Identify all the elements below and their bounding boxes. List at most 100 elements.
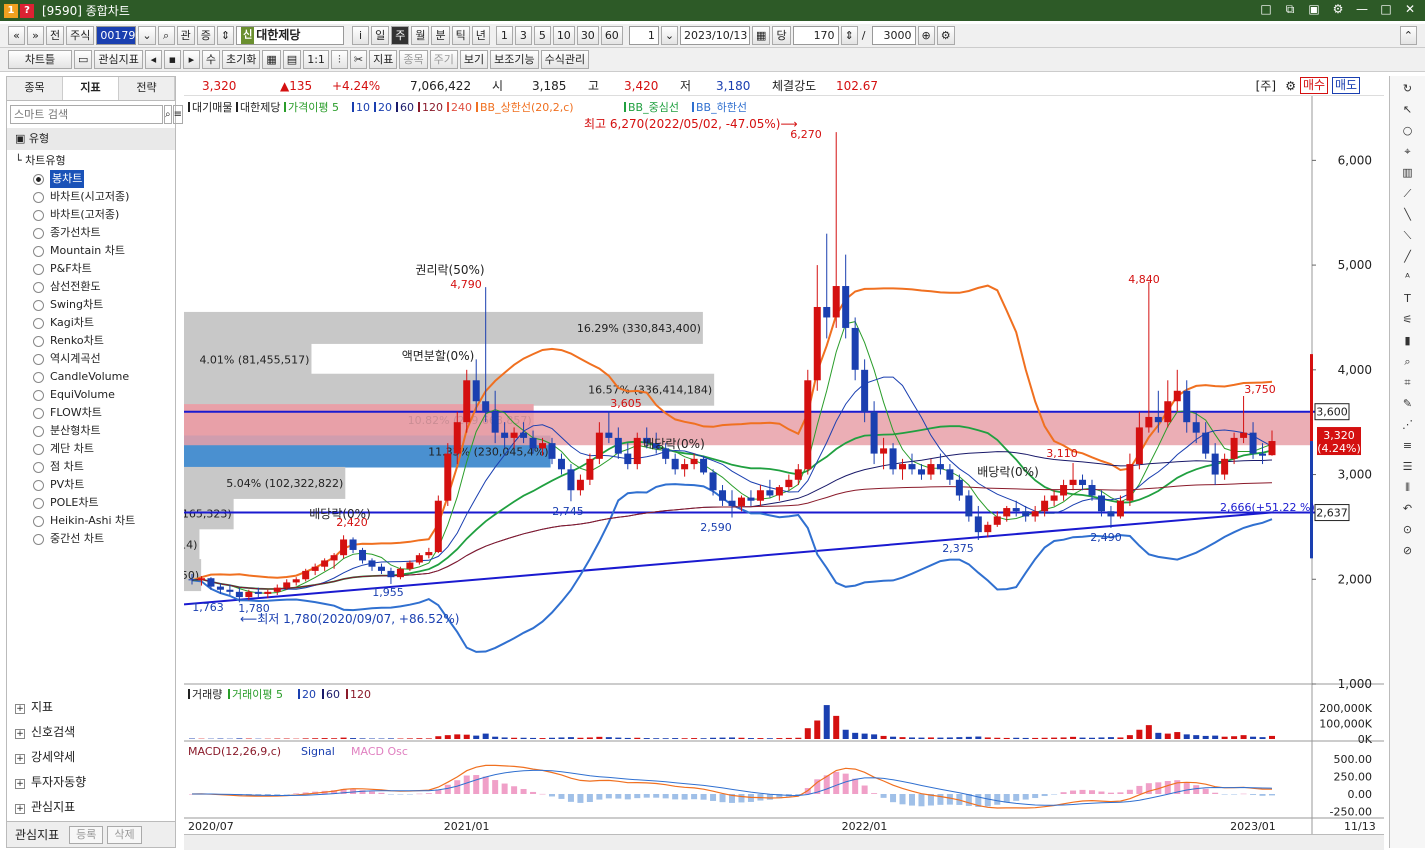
equal-icon[interactable]: ≡ — [1398, 437, 1418, 454]
chart-type-item[interactable]: Swing차트 — [7, 296, 175, 314]
code-dropdown[interactable]: ⌄ — [138, 26, 156, 45]
search-icon[interactable]: ⌕ — [157, 26, 175, 45]
radio-icon[interactable] — [33, 407, 44, 419]
radio-icon[interactable] — [33, 461, 44, 473]
chart-type-item[interactable]: Kagi차트 — [7, 314, 175, 332]
chart-type-item[interactable]: 분산형차트 — [7, 422, 175, 440]
grid-icon[interactable]: ▦ — [262, 50, 281, 69]
calendar-icon[interactable]: ▦ — [752, 26, 771, 45]
jeon-button[interactable]: 전 — [46, 26, 65, 45]
tab-indicator[interactable]: 지표 — [63, 77, 119, 100]
tab-stock[interactable]: 종목 — [7, 77, 63, 100]
interval-30[interactable]: 30 — [576, 26, 599, 45]
register-button[interactable]: 등록 — [69, 825, 104, 844]
stock-code-input[interactable]: 001790 — [96, 26, 142, 45]
nav-right-button[interactable]: ▸ — [182, 50, 200, 69]
circle-icon[interactable]: ○ — [1398, 122, 1418, 139]
cross-hair-icon[interactable]: ⌖ — [1398, 143, 1418, 160]
chart-type-item[interactable]: 봉차트 — [7, 170, 175, 188]
cross-icon[interactable]: ⫶ — [330, 50, 348, 69]
ratio-icon[interactable]: 1:1 — [303, 50, 329, 69]
first-button[interactable]: « — [8, 26, 25, 45]
chart-type-item[interactable]: Renko차트 — [7, 332, 175, 350]
view-button[interactable]: 보기 — [459, 50, 489, 69]
expand-icon[interactable]: + — [15, 754, 25, 764]
count-input[interactable]: 170 — [792, 26, 839, 45]
help-icon[interactable]: ? — [20, 3, 34, 18]
chart-type-item[interactable]: 바차트(시고저종) — [7, 188, 175, 206]
aux-function-button[interactable]: 보조기능 — [490, 50, 539, 69]
zoom-icon[interactable]: ⌕ — [1398, 353, 1418, 370]
updown-spinner[interactable]: ⇕ — [216, 26, 235, 45]
radio-icon[interactable] — [33, 443, 44, 455]
jeung-button[interactable]: 증 — [196, 26, 215, 45]
chart-type-item[interactable]: PV차트 — [7, 476, 175, 494]
layout-icon[interactable]: ▤ — [282, 50, 302, 69]
radio-icon[interactable] — [33, 533, 44, 545]
level-icon[interactable]: ☰ — [1398, 458, 1418, 475]
delete-button[interactable]: 삭제 — [107, 825, 142, 844]
chart-type-item[interactable]: Mountain 차트 — [7, 242, 175, 260]
chart-canvas[interactable]: 대기매물 대한제당 가격이평 5 10 20 60 120 240 BB_상한선(20,2,c)… — [184, 96, 1384, 834]
pointer-icon[interactable]: ↖ — [1398, 101, 1418, 118]
period-tick[interactable]: 틱 — [451, 26, 470, 45]
columns-icon[interactable]: ⦀ — [1398, 479, 1418, 496]
date-input[interactable]: 2023/10/13 — [680, 26, 751, 45]
expand-icon[interactable]: + — [15, 729, 25, 739]
radio-icon[interactable] — [33, 479, 44, 491]
radio-icon[interactable] — [33, 317, 44, 329]
period-day[interactable]: 일 — [371, 26, 390, 45]
screenshot-icon[interactable]: ▣ — [1307, 2, 1321, 17]
chart-type-item[interactable]: CandleVolume — [7, 368, 175, 386]
nav-left-button[interactable]: ◂ — [144, 50, 162, 69]
diagonal-icon[interactable]: ╱ — [1398, 248, 1418, 265]
fibonacci-icon[interactable]: ⚟ — [1398, 311, 1418, 328]
chart-type-item[interactable]: 역시계곡선 — [7, 350, 175, 368]
market-select[interactable]: 주식 — [66, 26, 95, 45]
radio-icon[interactable] — [33, 227, 44, 239]
search-icon[interactable]: ⌕ — [164, 105, 172, 124]
bars-icon[interactable]: ▮ — [1398, 332, 1418, 349]
radio-icon[interactable] — [33, 353, 44, 365]
count-spinner[interactable]: ⇕ — [840, 26, 858, 45]
lock-icon[interactable]: ⊙ — [1398, 521, 1418, 538]
radio-icon[interactable] — [33, 299, 44, 311]
cycle-button[interactable]: 주기 — [429, 50, 458, 69]
zoom-icon[interactable]: ⊕ — [917, 26, 935, 45]
radio-icon[interactable] — [33, 335, 44, 347]
radio-icon[interactable] — [33, 245, 44, 257]
quote-settings-icon[interactable]: ⚙ — [1285, 79, 1296, 93]
nav-stop-button[interactable]: ▪ — [163, 50, 181, 69]
refresh-icon[interactable]: ↻ — [1398, 80, 1418, 97]
undo-icon[interactable]: ↶ — [1398, 500, 1418, 517]
expand-icon[interactable]: + — [15, 804, 25, 814]
prev-button[interactable]: » — [27, 26, 44, 45]
interval-input[interactable]: 1 — [628, 26, 659, 45]
radio-icon[interactable] — [33, 515, 44, 527]
radio-icon[interactable] — [33, 173, 44, 185]
radio-icon[interactable] — [33, 425, 44, 437]
chart-type-item[interactable]: 점 차트 — [7, 458, 175, 476]
radio-icon[interactable] — [33, 191, 44, 203]
interval-1[interactable]: 1 — [495, 26, 513, 45]
minimize-icon[interactable]: — — [1355, 2, 1369, 17]
chart-frame-button[interactable]: 차트틀 — [8, 50, 72, 69]
ray-icon[interactable]: ⟍ — [1398, 227, 1418, 244]
chart-type-item[interactable]: 종가선차트 — [7, 224, 175, 242]
link-icon[interactable]: ⧉ — [1283, 2, 1297, 17]
scroll-bar[interactable] — [184, 834, 1384, 850]
auto-icon[interactable]: ᴬ — [1398, 269, 1418, 286]
gwan-button[interactable]: 관 — [176, 26, 195, 45]
candle-icon[interactable]: ▥ — [1398, 164, 1418, 181]
period-year[interactable]: 년 — [471, 26, 490, 45]
period-month[interactable]: 월 — [411, 26, 430, 45]
cut-icon[interactable]: ✂ — [349, 50, 368, 69]
chart-type-item[interactable]: 계단 차트 — [7, 440, 175, 458]
settings-icon[interactable]: ⚙ — [1331, 2, 1345, 17]
pen-icon[interactable]: ✎ — [1398, 395, 1418, 412]
tree-signal-search[interactable]: + 신호검색 — [7, 720, 175, 745]
interval-5[interactable]: 5 — [533, 26, 551, 45]
stock-name-field[interactable]: 신 대한제당 — [236, 26, 345, 45]
buy-button[interactable]: 매수 — [1300, 77, 1328, 94]
radio-icon[interactable] — [33, 281, 44, 293]
